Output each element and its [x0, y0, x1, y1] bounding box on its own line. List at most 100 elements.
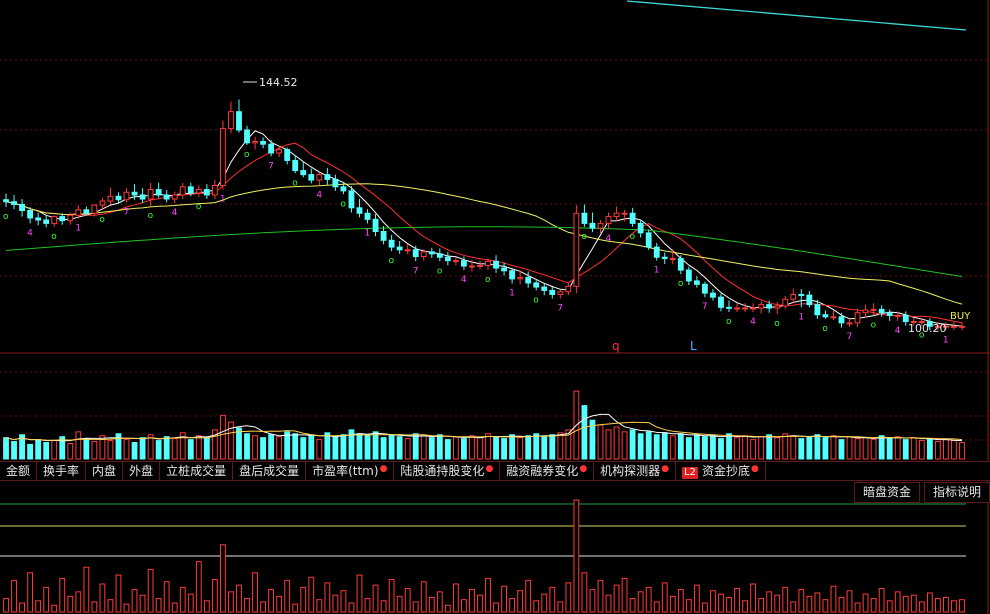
volume-bar: [629, 429, 636, 460]
volume-bar: [91, 441, 98, 460]
tab-5[interactable]: 盘后成交量: [233, 462, 307, 480]
volume-bar: [477, 437, 483, 460]
volume-bar: [645, 431, 652, 460]
volume-bar: [340, 434, 347, 460]
indicator-bar: [211, 579, 218, 613]
dark-pool-funds-button[interactable]: 暗盘资金: [853, 482, 920, 503]
indicator-bar: [388, 579, 395, 613]
indicator-bar: [693, 584, 700, 613]
candle-body: [268, 143, 275, 154]
signal-mark: o: [630, 232, 636, 242]
candle-body: [396, 246, 403, 251]
candle-body: [51, 216, 58, 224]
tab-10[interactable]: L2 资金抄底●: [676, 462, 766, 480]
indicator-bar: [750, 583, 757, 613]
ma120-line: [5, 226, 963, 278]
volume-bar: [918, 440, 925, 460]
tab-label: 融资融券变化: [506, 464, 579, 478]
candle-body: [147, 189, 154, 200]
indicator-bar: [428, 596, 435, 613]
indicator-bar: [702, 602, 708, 613]
indicator-bar: [412, 601, 419, 613]
indicator-bar: [27, 572, 34, 613]
volume-bar: [726, 433, 732, 460]
indicator-bar: [894, 591, 901, 613]
candle-body: [541, 286, 548, 291]
volume-bar: [356, 433, 363, 460]
tab-dot-icon: ●: [661, 464, 670, 474]
volume-bar: [461, 438, 467, 460]
signal-mark: 7: [557, 304, 563, 314]
indicator-bar: [155, 598, 162, 613]
indicator-help-button[interactable]: 指标说明: [923, 482, 990, 503]
tab-6[interactable]: 市盈率(ttm)●: [306, 462, 395, 480]
indicator-bar: [782, 586, 789, 613]
signal-mark: o: [485, 275, 491, 285]
indicator-bar: [147, 568, 154, 613]
volume-bar: [710, 435, 716, 460]
indicator-bar: [203, 600, 210, 613]
indicator-bar: [276, 595, 283, 613]
volume-bar: [613, 426, 620, 460]
tab-3[interactable]: 外盘: [123, 462, 161, 480]
signal-mark: o: [3, 212, 9, 222]
volume-bar: [123, 439, 130, 460]
indicator-bar: [886, 600, 893, 613]
indicator-bar: [734, 587, 740, 613]
tab-8[interactable]: 融资融券变化●: [500, 462, 595, 480]
tab-4[interactable]: 立桩成交量: [160, 462, 234, 480]
volume-bar: [814, 434, 821, 460]
volume-bar: [766, 434, 773, 460]
indicator-bar: [19, 602, 25, 613]
signal-mark: 7: [847, 332, 853, 342]
signal-mark: o: [148, 211, 154, 221]
volume-bar: [894, 436, 901, 460]
tab-label: 机构探测器: [600, 464, 661, 478]
volume-bar: [284, 431, 291, 460]
candle-body: [734, 307, 740, 310]
tab-dot-icon: ●: [379, 464, 388, 474]
volume-bar: [51, 440, 58, 460]
volume-bar: [830, 435, 837, 460]
candle-body: [710, 292, 716, 298]
indicator-bar: [436, 591, 443, 613]
candle-body: [236, 111, 242, 131]
volume-bar: [959, 442, 965, 460]
ma10-line: [5, 142, 963, 324]
indicator-bar: [332, 594, 339, 613]
indicator-bar: [806, 595, 813, 613]
tab-label: 内盘: [92, 464, 117, 478]
candle-body: [902, 314, 909, 323]
indicator-bar: [902, 595, 909, 613]
candle-body: [613, 212, 620, 218]
candle-body: [260, 140, 266, 145]
tab-dot-icon: ●: [751, 464, 759, 474]
tab-0[interactable]: 金额: [0, 462, 38, 480]
signal-mark: 7: [124, 207, 130, 217]
candle-body: [637, 222, 644, 234]
tab-7[interactable]: 陆股通持股变化●: [394, 462, 501, 480]
tab-2[interactable]: 内盘: [86, 462, 124, 480]
stock-chart[interactable]: o4 o1o7 o 4o1o7o4o1o7 o4 o1o7o 4 o1o7o 4 o1o7o4 o 1…: [0, 0, 990, 614]
candle-body: [461, 260, 467, 267]
indicator-bar: [926, 592, 933, 613]
tab-label: 资金抄底: [701, 464, 750, 478]
volume-bar: [926, 438, 933, 460]
candle-body: [380, 231, 387, 241]
ma60-line: [5, 183, 963, 305]
indicator-bar: [43, 586, 50, 613]
volume-bar: [677, 433, 684, 460]
candle-body: [131, 191, 138, 196]
indicator-bar: [541, 593, 548, 613]
indicator-bar: [621, 577, 628, 613]
candle-body: [565, 285, 572, 293]
candle-body: [436, 253, 443, 258]
tab-1[interactable]: 换手率: [37, 462, 87, 480]
signal-mark: 1: [365, 228, 371, 238]
indicator-bar: [645, 586, 652, 613]
tab-9[interactable]: 机构探测器●: [594, 462, 677, 480]
candle-body: [597, 222, 604, 229]
ma5-line: [5, 130, 963, 327]
signal-mark: 4: [27, 228, 33, 238]
indicator-bar: [67, 595, 74, 613]
